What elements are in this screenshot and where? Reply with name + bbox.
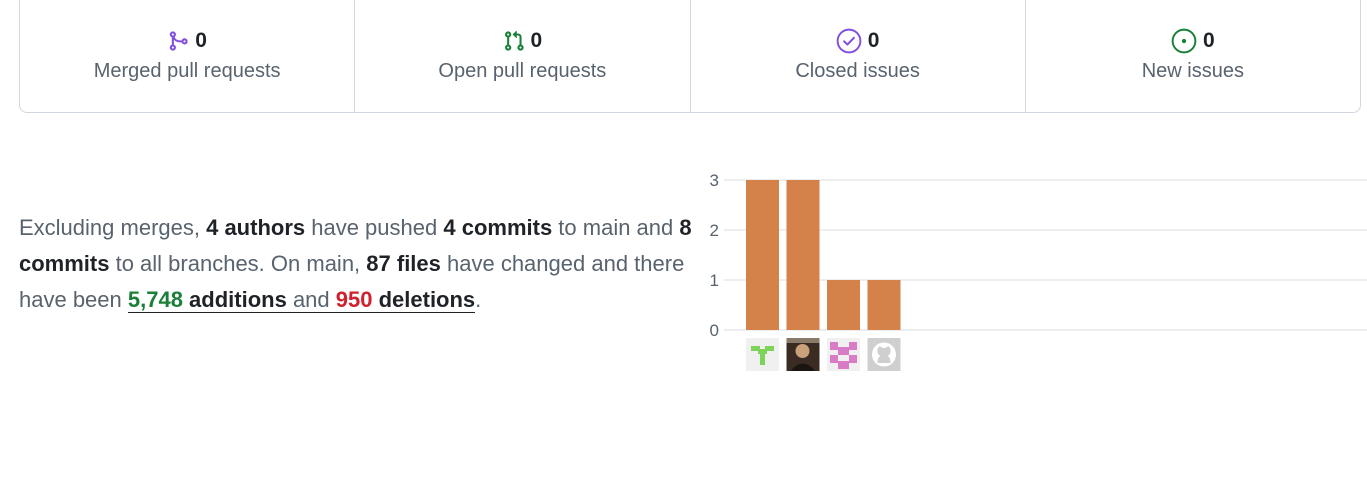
summary-text: to all branches. On main, (109, 251, 367, 276)
github-default-avatar[interactable] (867, 338, 901, 371)
identicon-green[interactable] (746, 338, 779, 371)
merged-count: 0 (195, 29, 207, 52)
commit-bar[interactable] (827, 280, 860, 330)
deletions-count: 950 (335, 287, 373, 312)
pull-request-icon (503, 30, 525, 52)
commit-bar[interactable] (746, 180, 779, 330)
stat-closed-issues[interactable]: 0 Closed issues (691, 0, 1026, 112)
contributors-chart: 0 1 2 3 (700, 165, 1367, 380)
new-issues-count: 0 (1203, 29, 1215, 52)
commit-bar[interactable] (867, 280, 901, 330)
commit-summary: Excluding merges, 4 authors have pushed … (19, 210, 699, 318)
authors-count: 4 authors (206, 215, 306, 240)
summary-text: . (475, 287, 482, 312)
merge-icon (167, 30, 189, 52)
files-count: 87 files (366, 251, 441, 276)
open-pr-label: Open pull requests (438, 60, 607, 82)
y-tick-label: 0 (710, 321, 719, 340)
additions-label: additions (182, 287, 287, 312)
photo-avatar[interactable] (786, 338, 820, 371)
y-tick-label: 3 (710, 171, 719, 190)
summary-text: have pushed (305, 215, 444, 240)
stat-merged-pull-requests[interactable]: 0 Merged pull requests (20, 0, 356, 112)
stat-open-pull-requests[interactable]: 0 Open pull requests (355, 0, 691, 112)
contributors-chart-svg: 0 1 2 3 (710, 171, 1367, 371)
y-tick-label: 2 (710, 221, 719, 240)
main-commits-count: 4 commits (443, 215, 553, 240)
issue-closed-icon (836, 28, 862, 54)
stat-new-issues[interactable]: 0 New issues (1026, 0, 1360, 112)
closed-issues-count: 0 (867, 29, 880, 52)
y-tick-label: 1 (710, 271, 719, 290)
deletions-label: deletions (372, 287, 476, 312)
open-pr-count: 0 (530, 29, 543, 52)
summary-text: to main and (552, 215, 680, 240)
identicon-pink[interactable] (827, 338, 860, 371)
pulse-stats-box: 0 Merged pull requests 0 Open pull reque… (19, 0, 1361, 113)
commit-bar[interactable] (786, 180, 820, 330)
summary-text: Excluding merges, (19, 215, 207, 240)
changes-link[interactable]: 5,748 additions and 950 deletions (127, 287, 476, 313)
new-issues-label: New issues (1141, 60, 1244, 82)
and-text: and (286, 287, 336, 312)
issue-opened-icon (1171, 28, 1197, 54)
merged-label: Merged pull requests (93, 60, 281, 82)
closed-issues-label: Closed issues (795, 60, 920, 82)
additions-count: 5,748 (127, 287, 183, 312)
